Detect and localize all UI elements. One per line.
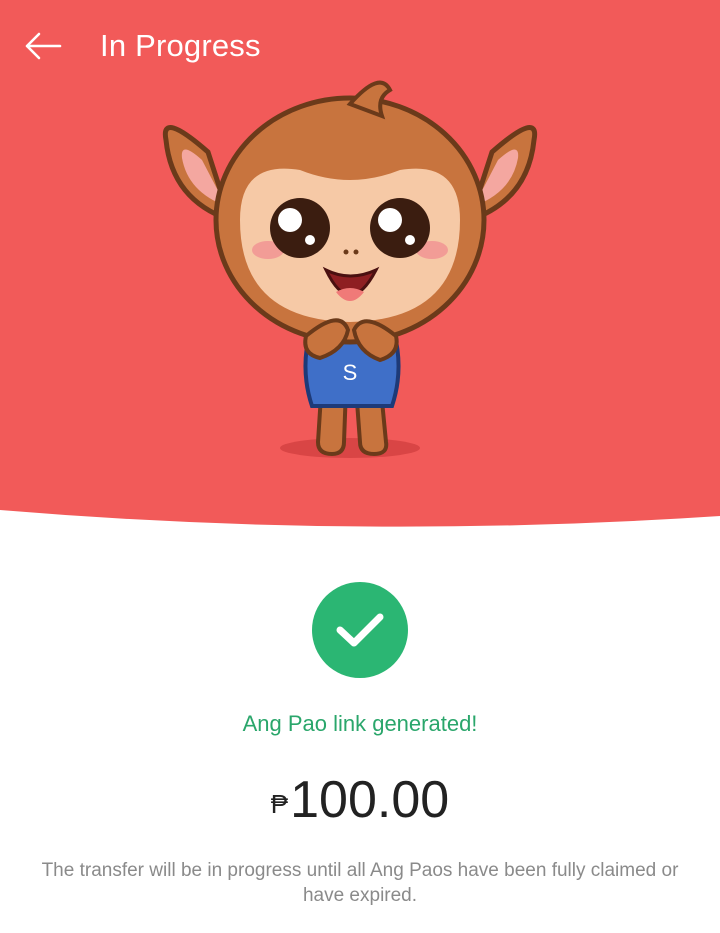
currency-symbol: ₱ [270, 789, 289, 819]
back-button[interactable] [14, 22, 70, 70]
check-icon [336, 613, 384, 647]
info-note: The transfer will be in progress until a… [41, 860, 679, 906]
success-badge [312, 582, 408, 678]
status-message: Ang Pao link generated! [242, 711, 478, 736]
shirt-letter: S [343, 360, 358, 385]
amount-display: ₱100.00 [0, 770, 720, 830]
app-header: In Progress [0, 0, 720, 92]
page-title: In Progress [100, 28, 261, 63]
arrow-left-icon [25, 32, 62, 60]
amount-value: 100.00 [290, 771, 450, 829]
monkey-mascot: S [162, 80, 538, 458]
hero-curve [0, 510, 720, 560]
